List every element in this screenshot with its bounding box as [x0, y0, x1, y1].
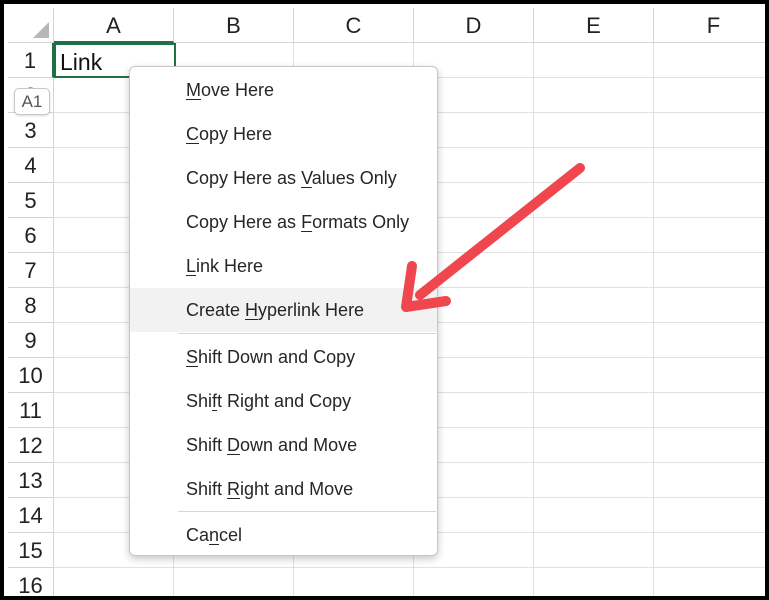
menu-item-shift-right-copy[interactable]: Shift Right and Copy	[130, 379, 437, 423]
select-all-triangle-icon	[33, 22, 49, 38]
row-header-3[interactable]: 3	[8, 113, 54, 148]
menu-item-accelerator: C	[186, 124, 199, 144]
menu-item-label-pre: Shift	[186, 435, 228, 455]
menu-item-link-here[interactable]: Link Here	[130, 244, 437, 288]
menu-item-label-post: own and Move	[240, 435, 358, 455]
gridline	[533, 43, 534, 596]
gridline	[653, 43, 654, 596]
menu-item-label-pre: Shift	[186, 479, 228, 499]
menu-item-label-post: ormats Only	[312, 212, 410, 232]
select-all-corner[interactable]	[8, 8, 54, 43]
row-header-4[interactable]: 4	[8, 148, 54, 183]
row-header-6[interactable]: 6	[8, 218, 54, 253]
menu-item-label-post: ove Here	[201, 80, 275, 100]
row-header-12[interactable]: 12	[8, 428, 54, 463]
menu-item-label-post: ink Here	[196, 256, 264, 276]
cell-a1-value: Link	[60, 49, 103, 75]
column-header-d[interactable]: D	[414, 8, 534, 43]
column-header-f[interactable]: F	[654, 8, 765, 43]
row-header-7[interactable]: 7	[8, 253, 54, 288]
row-header-16[interactable]: 16	[8, 568, 54, 596]
row-header-14[interactable]: 14	[8, 498, 54, 533]
row-header-8[interactable]: 8	[8, 288, 54, 323]
gridline	[54, 567, 765, 568]
menu-item-label-post: opy Here	[199, 124, 273, 144]
menu-item-label-post: cel	[219, 525, 243, 545]
row-header-1[interactable]: 1	[8, 43, 54, 78]
menu-item-accelerator: V	[301, 168, 312, 188]
menu-item-label-post: hift Down and Copy	[198, 347, 356, 367]
row-header-10[interactable]: 10	[8, 358, 54, 393]
menu-item-cancel[interactable]: Cancel	[130, 513, 437, 557]
menu-item-label-pre: Copy Here as	[186, 212, 302, 232]
menu-item-copy-formats-only[interactable]: Copy Here as Formats Only	[130, 200, 437, 244]
menu-item-label-post: alues Only	[311, 168, 397, 188]
menu-item-accelerator: F	[301, 212, 313, 232]
menu-item-label-post: t Right and Copy	[217, 391, 352, 411]
menu-item-shift-down-copy[interactable]: Shift Down and Copy	[130, 335, 437, 379]
menu-item-label-post: yperlink Here	[258, 300, 365, 320]
column-header-a[interactable]: A	[54, 8, 174, 43]
menu-item-accelerator: M	[186, 80, 201, 100]
menu-item-shift-down-move[interactable]: Shift Down and Move	[130, 423, 437, 467]
column-header-e[interactable]: E	[534, 8, 654, 43]
menu-item-create-hyperlink-here[interactable]: Create Hyperlink Here	[130, 288, 437, 332]
menu-item-move-here[interactable]: Move Here	[130, 68, 437, 112]
menu-item-copy-values-only[interactable]: Copy Here as Values Only	[130, 156, 437, 200]
menu-item-accelerator: H	[245, 300, 259, 320]
row-header-5[interactable]: 5	[8, 183, 54, 218]
column-header-b[interactable]: B	[174, 8, 294, 43]
column-header-c[interactable]: C	[294, 8, 414, 43]
row-header-9[interactable]: 9	[8, 323, 54, 358]
menu-item-label-pre: Copy Here as	[186, 168, 302, 188]
menu-item-label-post: ight and Move	[240, 479, 354, 499]
menu-separator	[178, 511, 436, 512]
menu-item-accelerator: S	[186, 347, 199, 367]
row-header-13[interactable]: 13	[8, 463, 54, 498]
right-drag-context-menu: Move Here Copy Here Copy Here as Values …	[129, 66, 438, 556]
menu-item-shift-right-move[interactable]: Shift Right and Move	[130, 467, 437, 511]
row-header-11[interactable]: 11	[8, 393, 54, 428]
cell-reference-tooltip: A1	[14, 88, 50, 115]
menu-item-label-pre: Create	[186, 300, 246, 320]
menu-separator	[178, 333, 436, 334]
menu-item-copy-here[interactable]: Copy Here	[130, 112, 437, 156]
menu-item-label-pre: Shi	[186, 391, 213, 411]
menu-item-accelerator: R	[227, 479, 241, 499]
menu-item-label-pre: Ca	[186, 525, 210, 545]
menu-item-accelerator: n	[209, 525, 220, 545]
menu-item-accelerator: L	[186, 256, 197, 276]
menu-item-accelerator: D	[227, 435, 241, 455]
row-header-15[interactable]: 15	[8, 533, 54, 568]
